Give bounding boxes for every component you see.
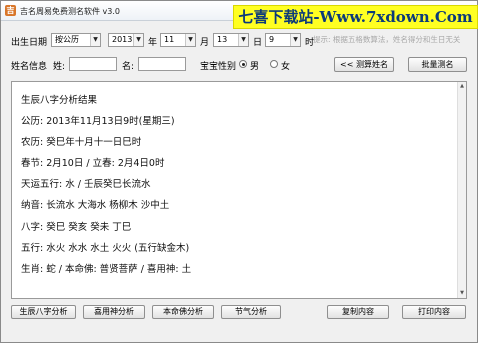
scroll-down-icon[interactable]: ▼ [458,289,466,298]
hint-text: 提示: 根据五格数算法，姓名得分和生日无关 [313,35,461,44]
print-content-button[interactable]: 打印内容 [402,305,466,319]
gender-male-radio[interactable] [239,60,247,68]
gender-female-radio[interactable] [270,60,278,68]
result-line: 天运五行: 水 / 壬辰癸巳长流水 [21,179,151,191]
xiyongshen-analysis-button[interactable]: 喜用神分析 [83,305,145,319]
window-title: 吉名周易免费测名软件 v3.0 [20,7,120,16]
copy-content-button[interactable]: 复制内容 [327,305,389,319]
day-select[interactable]: 13 ▼ [213,33,249,47]
given-name-label: 名: [122,62,135,72]
watermark-banner: 七喜下载站-Www.7xdown.Com [233,5,478,29]
month-value: 11 [164,35,175,44]
batch-name-button[interactable]: 批量测名 [408,57,467,72]
scroll-up-icon[interactable]: ▲ [458,82,466,91]
result-text: 生辰八字分析结果公历: 2013年11月13日9时(星期三) 农历: 癸巳年十月十… [21,90,446,280]
chevron-down-icon: ▼ [290,34,300,46]
day-unit-label: 日 [253,38,263,48]
hour-select[interactable]: 9 ▼ [265,33,301,47]
result-line: 生肖: 蛇 / 本命佛: 普贤菩萨 / 喜用神: 土 [21,263,192,275]
jieqi-analysis-button[interactable]: 节气分析 [221,305,281,319]
bazi-analysis-button[interactable]: 生辰八字分析 [11,305,76,319]
given-name-input[interactable] [138,57,186,71]
result-line: 五行: 水火 水水 水土 火火 (五行缺金木) [21,242,190,254]
month-select[interactable]: 11 ▼ [160,33,196,47]
calendar-type-select[interactable]: 按公历 ▼ [51,33,101,47]
surname-label: 姓: [53,62,66,72]
result-panel[interactable]: 生辰八字分析结果公历: 2013年11月13日9时(星期三) 农历: 癸巳年十月十… [11,81,467,299]
name-info-label: 姓名信息 [11,62,48,72]
chevron-down-icon: ▼ [238,34,248,46]
result-line: 八字: 癸巳 癸亥 癸未 丁巳 [21,221,132,233]
hour-value: 9 [269,35,275,44]
result-line: 春节: 2月10日 / 立春: 2月4日0时 [21,158,165,170]
result-line: 公历: 2013年11月13日9时(星期三) [21,116,175,128]
year-unit-label: 年 [148,38,158,48]
surname-input[interactable] [69,57,117,71]
gender-label: 宝宝性别 [200,62,237,72]
year-select[interactable]: 2013 ▼ [108,33,144,47]
day-value: 13 [217,35,228,44]
birth-date-label: 出生日期 [11,38,48,48]
result-line: 农历: 癸巳年十月十一日巳时 [21,137,142,149]
chevron-down-icon: ▼ [185,34,195,46]
year-value: 2013 [112,35,133,44]
chevron-down-icon: ▼ [133,34,143,46]
calendar-type-value: 按公历 [55,35,79,44]
month-unit-label: 月 [200,38,210,48]
gender-male-label: 男 [250,62,260,72]
test-name-button[interactable]: << 测算姓名 [334,57,394,72]
benmingfo-analysis-button[interactable]: 本命佛分析 [152,305,214,319]
result-line: 纳音: 长流水 大海水 杨柳木 沙中土 [21,200,170,212]
vertical-scrollbar[interactable]: ▲ ▼ [457,82,466,298]
result-line: 生辰八字分析结果 [21,95,98,106]
app-icon: 吉 [5,5,16,16]
chevron-down-icon: ▼ [90,34,100,46]
app-window: 吉 吉名周易免费测名软件 v3.0 七喜下载站-Www.7xdown.Com 出… [0,0,478,343]
gender-female-label: 女 [281,62,291,72]
